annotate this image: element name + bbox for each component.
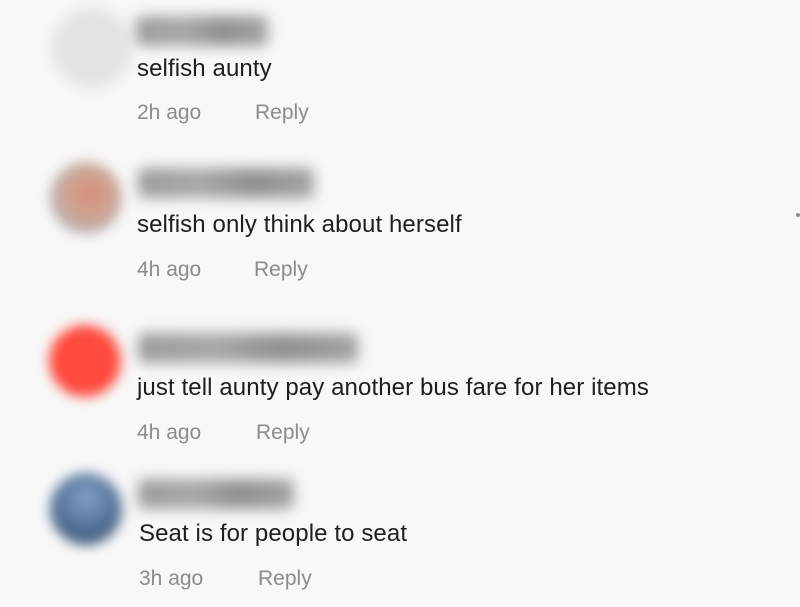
username-text: Teo Hees Pheng	[138, 333, 139, 334]
username-redacted[interactable]: Teo Hees Pheng	[138, 333, 358, 363]
reply-button[interactable]: Reply	[256, 421, 310, 445]
avatar[interactable]	[49, 325, 121, 397]
comment-text: Seat is for people to seat	[139, 520, 408, 547]
username-redacted[interactable]: 08FKongsi	[138, 479, 294, 509]
reply-button[interactable]: Reply	[258, 567, 312, 591]
comment-timestamp: 4h ago	[137, 421, 202, 444]
comment-text: just tell aunty pay another bus fare for…	[137, 374, 649, 401]
comment-item: Teo Hees Pheng just tell aunty pay anoth…	[0, 316, 800, 456]
comment-item: aliceeee2609 selfish only think about he…	[0, 152, 800, 292]
username-redacted[interactable]: aliceeee2609	[138, 168, 314, 198]
reply-button[interactable]: Reply	[254, 258, 308, 282]
avatar[interactable]	[50, 473, 122, 545]
username-redacted[interactable]: jeeeeeeee	[136, 16, 268, 46]
comment-item: 08FKongsi Seat is for people to seat 3h …	[0, 465, 800, 605]
avatar[interactable]	[52, 8, 132, 88]
comment-list: jeeeeeeee selfish aunty 2h ago Reply ali…	[0, 0, 800, 607]
comment-text: selfish only think about herself	[137, 211, 462, 238]
username-text: 08FKongsi	[138, 479, 139, 480]
comment-item: jeeeeeeee selfish aunty 2h ago Reply	[0, 0, 800, 140]
comment-text: selfish aunty	[137, 55, 272, 82]
comment-timestamp: 3h ago	[139, 567, 204, 590]
username-text: jeeeeeeee	[136, 16, 137, 17]
scroll-indicator	[796, 213, 800, 217]
avatar[interactable]	[50, 162, 122, 234]
reply-button[interactable]: Reply	[255, 101, 309, 125]
username-text: aliceeee2609	[138, 168, 139, 169]
comment-timestamp: 4h ago	[137, 258, 202, 281]
comment-timestamp: 2h ago	[137, 101, 202, 124]
